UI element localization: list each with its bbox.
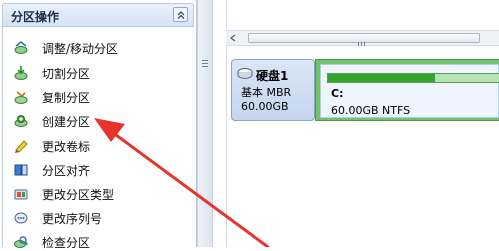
partition-list-pane — [226, 0, 499, 28]
disk-type: 基本 MBR — [241, 86, 292, 99]
op-item-check[interactable]: 检查分区 — [13, 233, 183, 251]
panel-title: 分区操作 — [11, 10, 60, 24]
op-label: 复制分区 — [42, 91, 91, 105]
op-item-align[interactable]: 分区对齐 — [13, 161, 183, 179]
op-item-resize-move[interactable]: 调整/移动分区 — [13, 39, 183, 57]
op-label: 更改卷标 — [42, 140, 91, 154]
op-item-copy[interactable]: 复制分区 — [13, 88, 183, 106]
scroll-left-icon[interactable] — [229, 34, 237, 42]
disk-name: 硬盘1 — [256, 69, 289, 83]
hard-disk-icon — [237, 68, 253, 79]
op-label: 更改分区类型 — [42, 188, 115, 202]
op-item-change-label[interactable]: 更改卷标 — [13, 137, 183, 155]
panel-header: 分区操作 — [2, 3, 194, 27]
op-item-change-serial[interactable]: 更改序列号 — [13, 209, 183, 227]
partition-name: C: — [331, 87, 344, 100]
disk-size: 60.00GB — [241, 100, 289, 113]
operations-list: 调整/移动分区 切割分区 复制分区 创建分区 更改卷标 分区对齐 更改分区类型 … — [2, 27, 194, 250]
create-icon — [14, 115, 28, 127]
scrollbar-thumb[interactable] — [248, 33, 480, 47]
copy-icon — [14, 91, 28, 104]
op-label: 调整/移动分区 — [42, 42, 119, 56]
partition-info: 60.00GB NTFS — [331, 104, 411, 117]
label-icon — [15, 140, 28, 153]
partition-usage-fill — [328, 74, 436, 82]
panel-splitter[interactable] — [197, 0, 213, 247]
partition-operations-panel: 分区操作 调整/移动分区 切割分区 复制分区 创建分区 更改卷标 分区对齐 更改… — [0, 0, 197, 250]
op-label: 检查分区 — [42, 236, 91, 250]
disk-map-pane: 硬盘1 基本 MBR 60.00GB C: 60.00GB NTFS — [226, 46, 499, 247]
align-icon — [14, 164, 28, 176]
op-label: 创建分区 — [42, 115, 91, 129]
op-label: 切割分区 — [42, 67, 91, 81]
chevron-up-icon — [177, 11, 185, 19]
op-item-split[interactable]: 切割分区 — [13, 64, 183, 82]
op-label: 分区对齐 — [42, 164, 91, 178]
main-area: 硬盘1 基本 MBR 60.00GB C: 60.00GB NTFS — [226, 0, 499, 247]
collapse-button[interactable] — [173, 7, 188, 22]
disk-card[interactable]: 硬盘1 基本 MBR 60.00GB — [231, 59, 315, 121]
serial-number-icon — [14, 212, 28, 224]
horizontal-scrollbar[interactable] — [226, 30, 499, 47]
op-label: 更改序列号 — [42, 212, 103, 226]
partition-c-block[interactable]: C: 60.00GB NTFS — [315, 59, 499, 121]
partition-c-body: C: 60.00GB NTFS — [320, 64, 499, 118]
op-item-change-partition-type[interactable]: 更改分区类型 — [13, 185, 183, 203]
partition-type-icon — [14, 189, 28, 200]
split-icon — [14, 66, 28, 80]
partition-usage-bar — [327, 73, 499, 83]
resize-move-icon — [14, 41, 28, 54]
splitter-grip[interactable] — [202, 60, 208, 69]
check-icon — [14, 236, 29, 248]
op-item-create[interactable]: 创建分区 — [13, 112, 183, 130]
